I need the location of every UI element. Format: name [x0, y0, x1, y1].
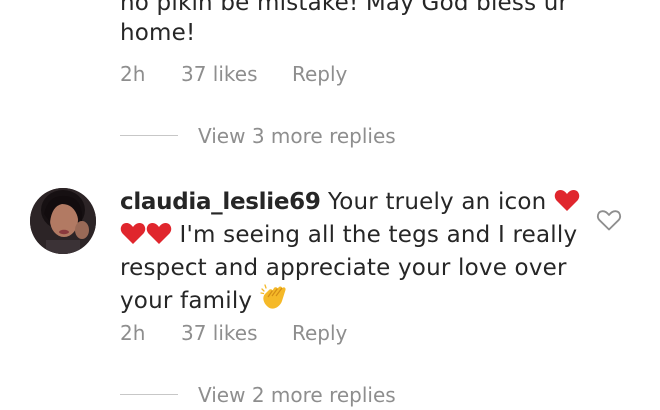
- comment-timestamp: 2h: [120, 62, 146, 86]
- clapping-hands-emoji-icon: [260, 283, 290, 319]
- comment-body: I'm seeing all the tegs and I really: [179, 222, 578, 248]
- comment-username[interactable]: claudia_leslie69: [120, 189, 321, 215]
- reply-button[interactable]: Reply: [292, 59, 347, 89]
- view-more-replies-label: View 3 more replies: [198, 124, 396, 148]
- comment-line: your family: [120, 283, 590, 319]
- heart-outline-icon: [596, 210, 622, 231]
- comment-line: claudia_leslie69 Your truely an icon: [120, 187, 590, 220]
- replies-divider-line: [120, 394, 178, 395]
- comment-line: I'm seeing all the tegs and I really: [120, 220, 590, 253]
- comment-timestamp: 2h: [120, 321, 146, 345]
- comment-text: claudia_leslie69 Your truely an icon I'm…: [120, 187, 590, 319]
- avatar[interactable]: [30, 188, 96, 254]
- reply-button[interactable]: Reply: [292, 318, 347, 348]
- comment-line: respect and appreciate your love over: [120, 255, 567, 281]
- comment-line: no pikin be mistake! May God bless ur: [120, 0, 569, 16]
- comment-body: your family: [120, 288, 253, 314]
- comment-text: no pikin be mistake! May God bless ur ho…: [120, 0, 590, 48]
- comment-likes-count[interactable]: 37 likes: [181, 318, 258, 348]
- red-heart-emoji-icon: [554, 188, 580, 220]
- comment-line: home!: [120, 20, 196, 46]
- replies-divider-line: [120, 135, 178, 136]
- red-heart-emoji-icon: [146, 221, 172, 253]
- like-button[interactable]: [596, 208, 622, 232]
- comment-likes-count[interactable]: 37 likes: [181, 59, 258, 89]
- avatar-image: [30, 188, 96, 254]
- comment-body: Your truely an icon: [328, 189, 547, 215]
- red-heart-emoji-icon: [120, 221, 146, 253]
- view-more-replies-label: View 2 more replies: [198, 383, 396, 407]
